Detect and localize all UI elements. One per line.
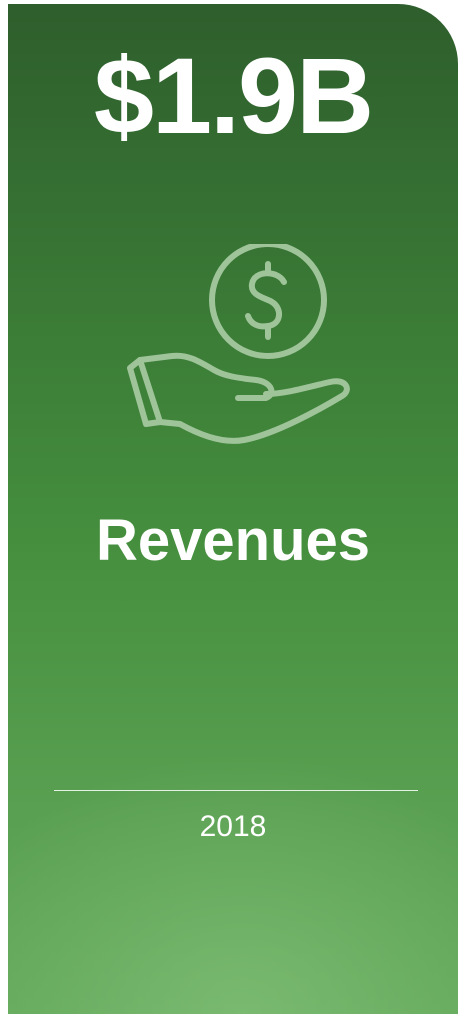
metric-label: Revenues [95, 508, 371, 573]
hand-holding-dollar-icon [127, 244, 350, 444]
revenue-amount: $1.9B [93, 35, 374, 156]
revenue-card: $1.9B Revenues 2018 [8, 4, 458, 1014]
divider [54, 790, 418, 791]
year-label: 2018 [199, 810, 267, 843]
